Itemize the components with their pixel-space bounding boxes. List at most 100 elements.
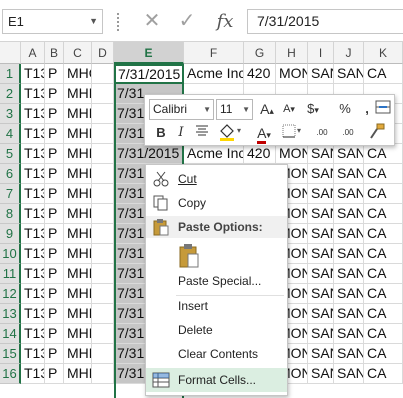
cell-c14[interactable]: MHL [64, 324, 92, 344]
cell-g1[interactable]: 420 [244, 64, 276, 84]
cell-k9[interactable]: CA [364, 224, 403, 244]
cell-b2[interactable]: P [45, 84, 64, 104]
cell-b16[interactable]: P [45, 364, 64, 384]
column-header-j[interactable]: J [334, 42, 364, 64]
column-header-d[interactable]: D [92, 42, 114, 64]
paste-button[interactable] [146, 241, 287, 269]
cell-b10[interactable]: P [45, 244, 64, 264]
grow-font-button[interactable]: A▴ [257, 99, 277, 119]
cell-k13[interactable]: CA [364, 304, 403, 324]
row-header-14[interactable]: 14 [0, 324, 21, 344]
cell-b6[interactable]: P [45, 164, 64, 184]
borders-button[interactable]: ▾ [281, 123, 305, 143]
cell-i1[interactable]: SAN [308, 64, 334, 84]
cell-c12[interactable]: MHL [64, 284, 92, 304]
cell-k15[interactable]: CA [364, 344, 403, 364]
cell-i10[interactable]: SAN [308, 244, 334, 264]
cell-i13[interactable]: SAN [308, 304, 334, 324]
cell-d2[interactable] [92, 84, 114, 104]
shrink-font-button[interactable]: A▾ [279, 99, 299, 119]
cell-j1[interactable]: SAN [334, 64, 364, 84]
select-all-corner[interactable] [0, 42, 21, 64]
cell-a5[interactable]: T13 [21, 144, 45, 164]
cell-d1[interactable] [92, 64, 114, 84]
cell-a9[interactable]: T13 [21, 224, 45, 244]
cell-k6[interactable]: CA [364, 164, 403, 184]
cell-c5[interactable]: MHL [64, 144, 92, 164]
row-header-1[interactable]: 1 [0, 64, 21, 84]
cell-j6[interactable]: SAN [334, 164, 364, 184]
cell-c15[interactable]: MHL [64, 344, 92, 364]
cell-d7[interactable] [92, 184, 114, 204]
cell-i16[interactable]: SAN [308, 364, 334, 384]
cell-i14[interactable]: SAN [308, 324, 334, 344]
cell-d9[interactable] [92, 224, 114, 244]
cell-k8[interactable]: CA [364, 204, 403, 224]
cell-f1[interactable]: Acme Inc [184, 64, 244, 84]
cell-d16[interactable] [92, 364, 114, 384]
cell-k5[interactable]: CA [364, 144, 403, 164]
cell-j8[interactable]: SAN [334, 204, 364, 224]
menu-item-format-cells[interactable]: Format Cells... [146, 368, 287, 392]
column-header-c[interactable]: C [64, 42, 92, 64]
cell-c16[interactable]: MHL [64, 364, 92, 384]
cell-k11[interactable]: CA [364, 264, 403, 284]
enter-icon[interactable]: ✓ [172, 9, 202, 34]
column-header-g[interactable]: G [244, 42, 276, 64]
cell-b1[interactable]: P [45, 64, 64, 84]
cell-i15[interactable]: SAN [308, 344, 334, 364]
cell-i7[interactable]: SAN [308, 184, 334, 204]
format-painter-button[interactable] [365, 123, 389, 143]
cell-b14[interactable]: P [45, 324, 64, 344]
cell-a12[interactable]: T13 [21, 284, 45, 304]
cell-d5[interactable] [92, 144, 114, 164]
cell-a14[interactable]: T13 [21, 324, 45, 344]
italic-button[interactable]: I [171, 123, 191, 143]
row-header-13[interactable]: 13 [0, 304, 21, 324]
cell-g5[interactable]: 420 [244, 144, 276, 164]
cell-k16[interactable]: CA [364, 364, 403, 384]
decrease-decimal-button[interactable]: .00 [337, 123, 359, 143]
cell-j11[interactable]: SAN [334, 264, 364, 284]
row-header-10[interactable]: 10 [0, 244, 21, 264]
cell-d8[interactable] [92, 204, 114, 224]
cell-a4[interactable]: T13 [21, 124, 45, 144]
insert-function-icon[interactable]: fx [210, 9, 240, 34]
cell-a1[interactable]: T13 [21, 64, 45, 84]
cancel-icon[interactable]: ✕ [137, 9, 167, 34]
cell-b3[interactable]: P [45, 104, 64, 124]
column-header-e[interactable]: E [114, 42, 184, 64]
column-header-h[interactable]: H [276, 42, 308, 64]
cell-d4[interactable] [92, 124, 114, 144]
cell-i11[interactable]: SAN [308, 264, 334, 284]
cell-c10[interactable]: MHL [64, 244, 92, 264]
cell-b7[interactable]: P [45, 184, 64, 204]
cell-c11[interactable]: MHL [64, 264, 92, 284]
cell-a15[interactable]: T13 [21, 344, 45, 364]
cell-c8[interactable]: MHL [64, 204, 92, 224]
column-header-f[interactable]: F [184, 42, 244, 64]
chevron-down-icon[interactable]: ▼ [203, 100, 211, 119]
cell-j13[interactable]: SAN [334, 304, 364, 324]
cell-j9[interactable]: SAN [334, 224, 364, 244]
fill-color-button[interactable]: ▾ [217, 123, 245, 143]
cell-c2[interactable]: MHL [64, 84, 92, 104]
font-name-box[interactable]: Calibri ▼ [149, 99, 214, 120]
row-header-7[interactable]: 7 [0, 184, 21, 204]
bold-button[interactable]: B [151, 123, 171, 143]
cell-d13[interactable] [92, 304, 114, 324]
cell-h5[interactable]: MON1 [276, 144, 308, 164]
cell-b13[interactable]: P [45, 304, 64, 324]
menu-item-paste-special[interactable]: Paste Special... [146, 269, 287, 293]
percent-style-button[interactable]: % [335, 99, 355, 119]
cell-k12[interactable]: CA [364, 284, 403, 304]
row-header-6[interactable]: 6 [0, 164, 21, 184]
menu-item-cut[interactable]: Cut [146, 167, 287, 191]
cell-b5[interactable]: P [45, 144, 64, 164]
cell-b9[interactable]: P [45, 224, 64, 244]
cell-b15[interactable]: P [45, 344, 64, 364]
cell-a7[interactable]: T13 [21, 184, 45, 204]
row-header-9[interactable]: 9 [0, 224, 21, 244]
cell-c6[interactable]: MHL [64, 164, 92, 184]
row-header-8[interactable]: 8 [0, 204, 21, 224]
